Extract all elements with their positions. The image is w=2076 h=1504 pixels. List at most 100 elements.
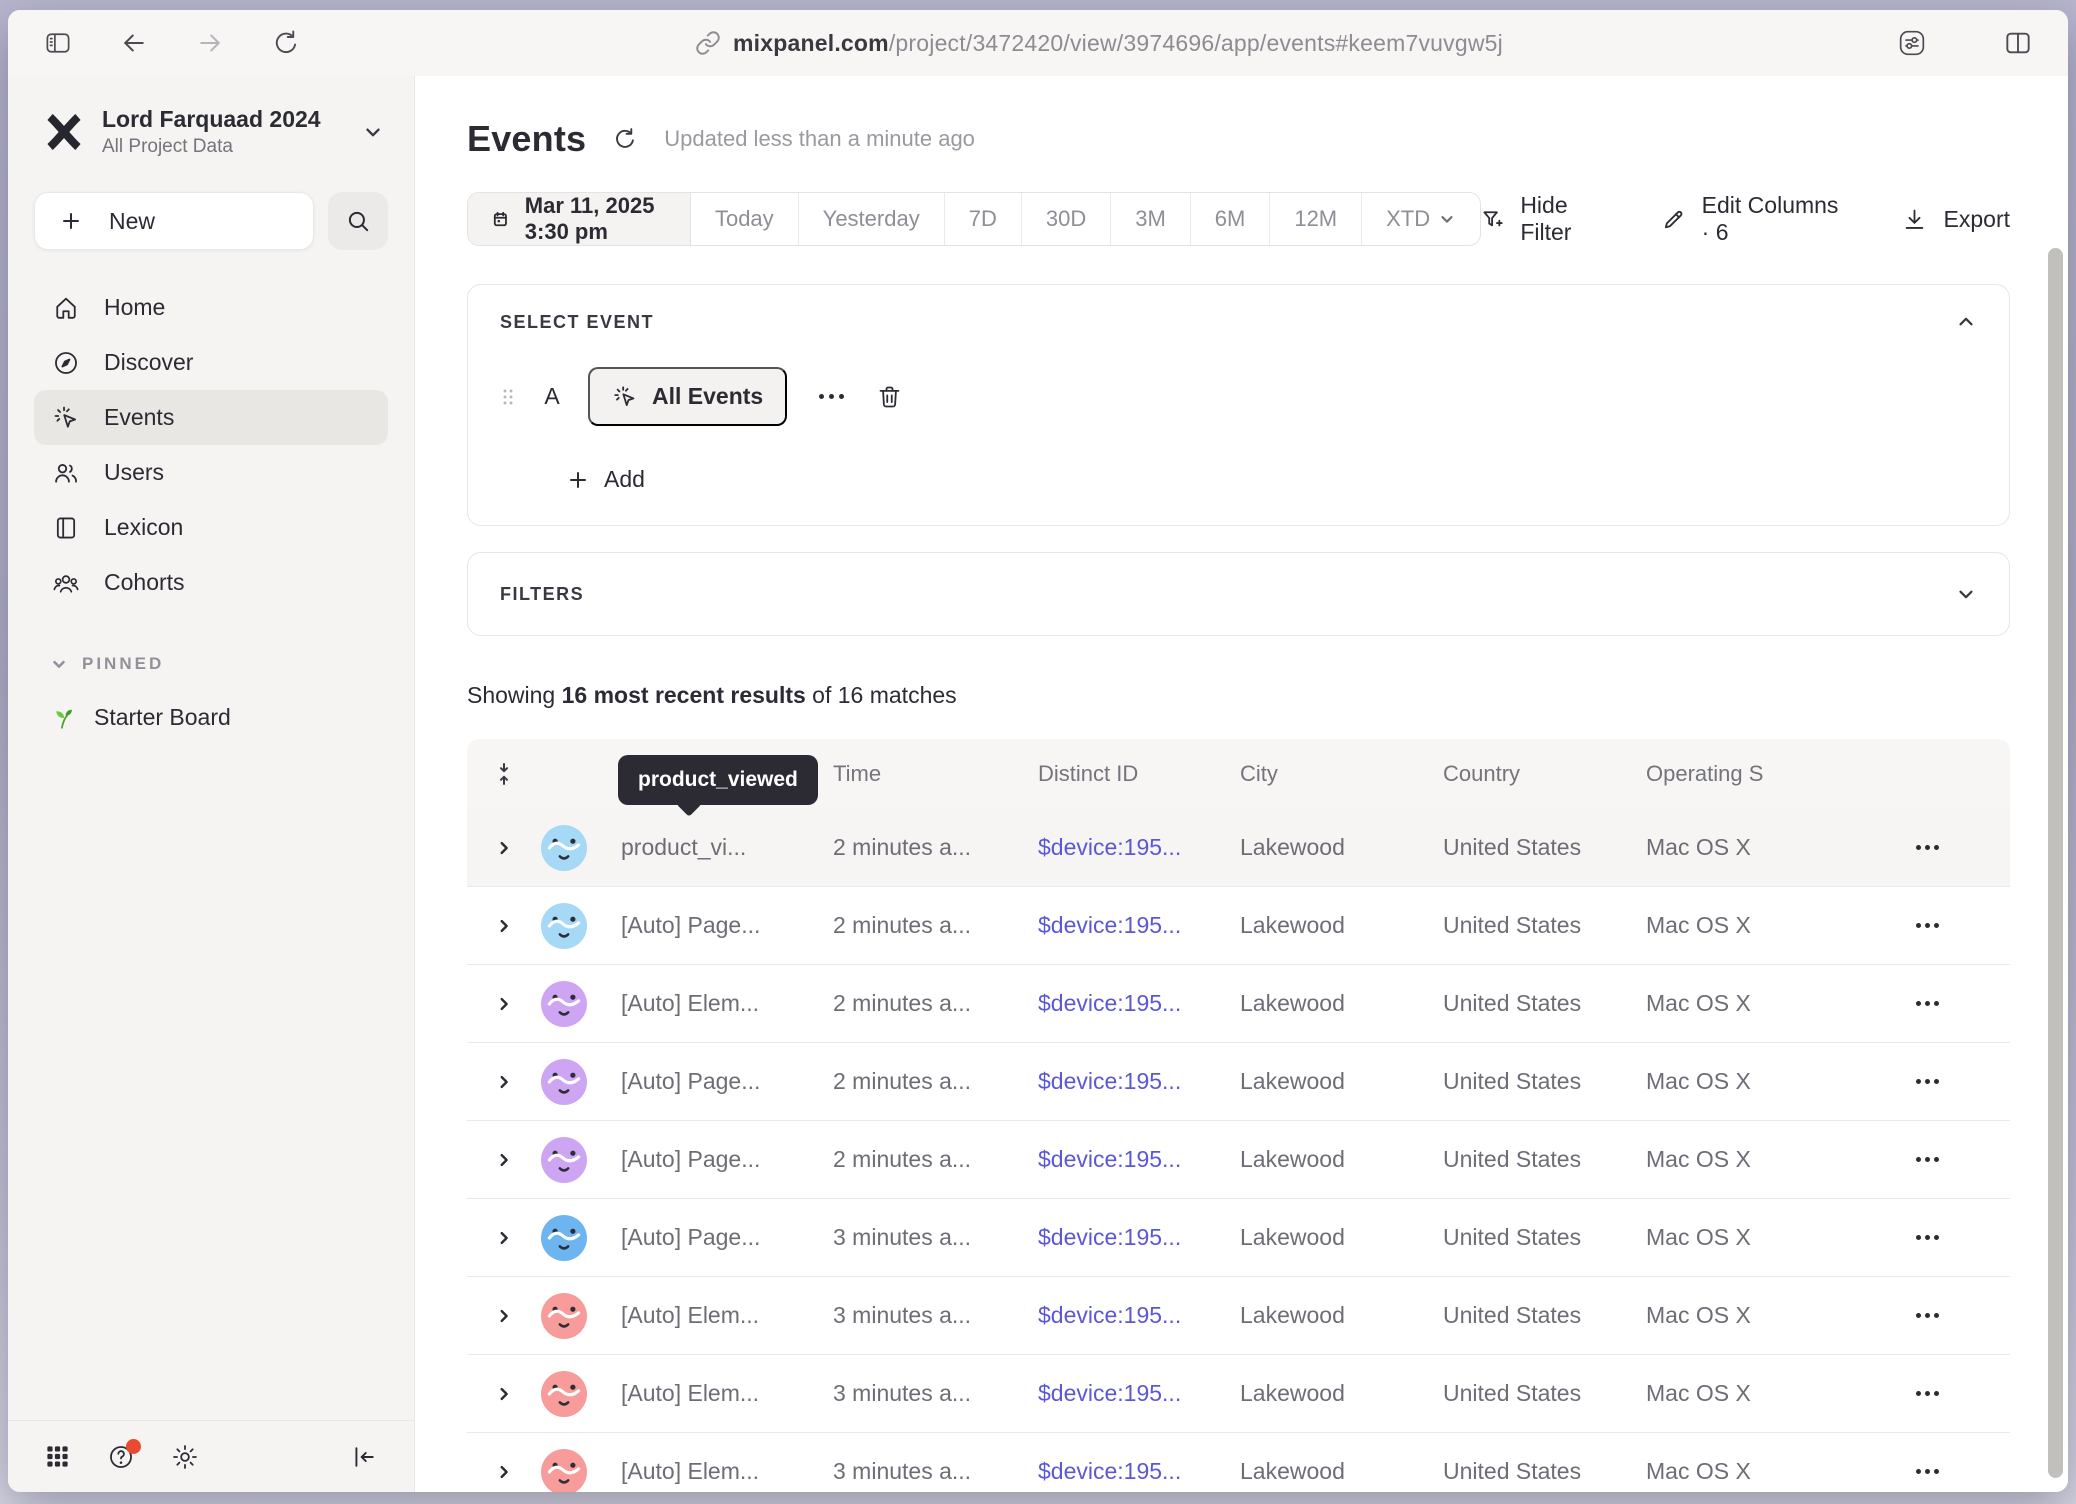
row-actions-icon[interactable] xyxy=(1845,1157,2010,1162)
browser-sidebar-toggle-icon[interactable] xyxy=(36,23,80,63)
row-actions-icon[interactable] xyxy=(1845,1235,2010,1240)
event-selector-chip[interactable]: All Events xyxy=(588,367,787,426)
range-xtd[interactable]: XTD xyxy=(1362,193,1480,245)
search-button[interactable] xyxy=(328,192,388,250)
browser-back-icon[interactable] xyxy=(112,23,156,63)
expand-panel-icon[interactable] xyxy=(1955,583,1977,605)
delete-event-icon[interactable] xyxy=(876,383,903,410)
table-row[interactable]: [Auto] Page... 2 minutes a... $device:19… xyxy=(467,887,2010,965)
expand-row-icon[interactable] xyxy=(467,1229,541,1247)
table-row[interactable]: [Auto] Page... 3 minutes a... $device:19… xyxy=(467,1199,2010,1277)
distinct-id-link[interactable]: $device:195... xyxy=(1024,1146,1226,1173)
event-name[interactable]: [Auto] Elem... xyxy=(607,990,819,1017)
table-row[interactable]: [Auto] Elem... 3 minutes a... $device:19… xyxy=(467,1277,2010,1355)
event-name[interactable]: [Auto] Elem... xyxy=(607,1458,819,1485)
table-row[interactable]: [Auto] Elem... 3 minutes a... $device:19… xyxy=(467,1433,2010,1492)
range-7d[interactable]: 7D xyxy=(945,193,1022,245)
distinct-id-link[interactable]: $device:195... xyxy=(1024,1458,1226,1485)
table-row[interactable]: [Auto] Elem... 3 minutes a... $device:19… xyxy=(467,1355,2010,1433)
drag-handle-icon[interactable] xyxy=(500,385,516,409)
expand-row-icon[interactable] xyxy=(467,839,541,857)
sidebar-item-lexicon[interactable]: Lexicon xyxy=(34,500,388,555)
export-button[interactable]: Export xyxy=(1901,206,2010,233)
expand-row-icon[interactable] xyxy=(467,1151,541,1169)
event-name[interactable]: [Auto] Page... xyxy=(607,1146,819,1173)
event-country: United States xyxy=(1429,912,1632,939)
browser-reload-icon[interactable] xyxy=(264,23,308,63)
column-operating-system[interactable]: Operating S xyxy=(1632,761,1845,787)
event-name[interactable]: [Auto] Elem... xyxy=(607,1302,819,1329)
edit-columns-button[interactable]: Edit Columns · 6 xyxy=(1662,192,1848,246)
event-name[interactable]: [Auto] Elem... xyxy=(607,1380,819,1407)
address-bar[interactable]: mixpanel.com/project/3472420/view/397469… xyxy=(308,30,1890,57)
column-country[interactable]: Country xyxy=(1429,761,1632,787)
distinct-id-link[interactable]: $device:195... xyxy=(1024,1224,1226,1251)
event-name[interactable]: product_vi... xyxy=(607,834,819,861)
split-view-icon[interactable] xyxy=(1996,23,2040,63)
distinct-id-link[interactable]: $device:195... xyxy=(1024,1380,1226,1407)
browser-forward-icon[interactable] xyxy=(188,23,232,63)
pinned-section-header[interactable]: PINNED xyxy=(50,654,414,674)
sidebar-item-users[interactable]: Users xyxy=(34,445,388,500)
sidebar-item-cohorts[interactable]: Cohorts xyxy=(34,555,388,610)
book-icon xyxy=(52,514,80,542)
range-6m[interactable]: 6M xyxy=(1191,193,1271,245)
collapse-sidebar-icon[interactable] xyxy=(350,1443,378,1471)
collapse-rows-icon[interactable] xyxy=(467,761,541,787)
table-row[interactable]: [Auto] Page... 2 minutes a... $device:19… xyxy=(467,1043,2010,1121)
distinct-id-link[interactable]: $device:195... xyxy=(1024,912,1226,939)
sidebar-item-home[interactable]: Home xyxy=(34,280,388,335)
sidebar-item-discover[interactable]: Discover xyxy=(34,335,388,390)
browser-window: mixpanel.com/project/3472420/view/397469… xyxy=(8,10,2068,1492)
distinct-id-link[interactable]: $device:195... xyxy=(1024,834,1226,861)
distinct-id-link[interactable]: $device:195... xyxy=(1024,1068,1226,1095)
collapse-panel-icon[interactable] xyxy=(1955,311,1977,333)
row-actions-icon[interactable] xyxy=(1845,923,2010,928)
apps-grid-icon[interactable] xyxy=(44,1443,71,1470)
distinct-id-link[interactable]: $device:195... xyxy=(1024,990,1226,1017)
row-actions-icon[interactable] xyxy=(1845,1079,2010,1084)
sidebar-item-starter-board[interactable]: Starter Board xyxy=(50,704,414,731)
add-event-button[interactable]: Add xyxy=(566,466,645,493)
workspace-switcher[interactable]: Lord Farquaad 2024 All Project Data xyxy=(8,106,414,158)
row-actions-icon[interactable] xyxy=(1845,1469,2010,1474)
row-actions-icon[interactable] xyxy=(1845,845,2010,850)
expand-row-icon[interactable] xyxy=(467,1307,541,1325)
column-city[interactable]: City xyxy=(1226,761,1429,787)
range-3m[interactable]: 3M xyxy=(1111,193,1191,245)
page-settings-icon[interactable] xyxy=(1890,23,1934,63)
help-icon[interactable] xyxy=(107,1443,135,1471)
range-30d[interactable]: 30D xyxy=(1022,193,1111,245)
refresh-icon[interactable] xyxy=(612,126,638,152)
new-button[interactable]: New xyxy=(34,192,314,250)
expand-row-icon[interactable] xyxy=(467,1463,541,1481)
table-row[interactable]: [Auto] Page... 2 minutes a... $device:19… xyxy=(467,1121,2010,1199)
row-actions-icon[interactable] xyxy=(1845,1001,2010,1006)
event-city: Lakewood xyxy=(1226,834,1429,861)
expand-row-icon[interactable] xyxy=(467,917,541,935)
date-picker[interactable]: Mar 11, 2025 3:30 pm xyxy=(468,193,691,245)
row-actions-icon[interactable] xyxy=(1845,1313,2010,1318)
table-row[interactable]: product_vi... 2 minutes a... $device:195… xyxy=(467,809,2010,887)
range-12m[interactable]: 12M xyxy=(1270,193,1362,245)
expand-row-icon[interactable] xyxy=(467,995,541,1013)
row-actions-icon[interactable] xyxy=(1845,1391,2010,1396)
event-country: United States xyxy=(1429,1380,1632,1407)
range-today[interactable]: Today xyxy=(691,193,799,245)
hide-filter-button[interactable]: Hide Filter xyxy=(1481,192,1610,246)
event-name[interactable]: [Auto] Page... xyxy=(607,1068,819,1095)
distinct-id-link[interactable]: $device:195... xyxy=(1024,1302,1226,1329)
event-name[interactable]: [Auto] Page... xyxy=(607,912,819,939)
vertical-scrollbar[interactable] xyxy=(2048,248,2063,1478)
expand-row-icon[interactable] xyxy=(467,1073,541,1091)
table-row[interactable]: [Auto] Elem... 2 minutes a... $device:19… xyxy=(467,965,2010,1043)
column-distinct-id[interactable]: Distinct ID xyxy=(1024,761,1226,787)
event-cursor-icon xyxy=(52,404,80,432)
settings-gear-icon[interactable] xyxy=(171,1443,199,1471)
event-options-icon[interactable] xyxy=(813,388,850,405)
expand-row-icon[interactable] xyxy=(467,1385,541,1403)
event-name[interactable]: [Auto] Page... xyxy=(607,1224,819,1251)
sidebar-item-events[interactable]: Events xyxy=(34,390,388,445)
column-time[interactable]: Time xyxy=(819,761,1024,787)
range-yesterday[interactable]: Yesterday xyxy=(799,193,945,245)
